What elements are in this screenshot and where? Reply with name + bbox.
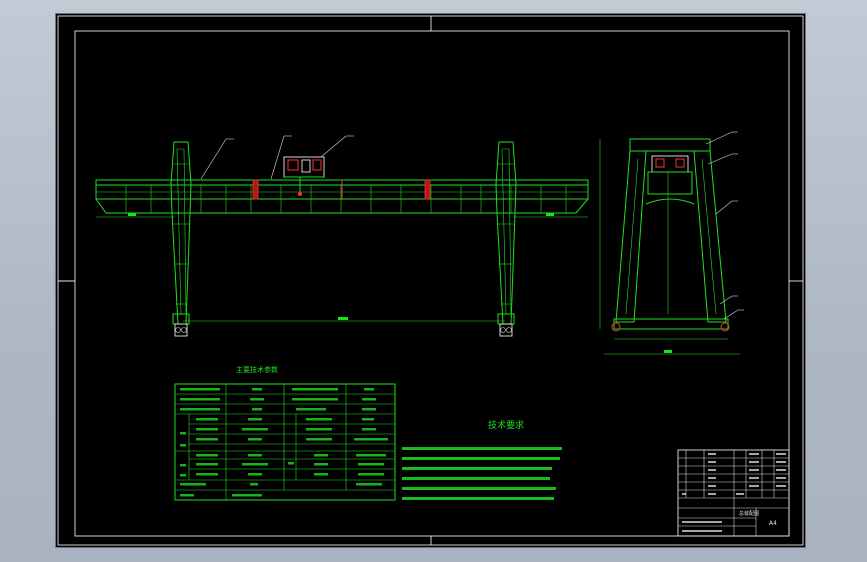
side-trolley	[651, 155, 689, 173]
sheet-border	[57, 15, 804, 546]
side-wheel-left	[611, 322, 621, 332]
parameter-table: 主要技术参数	[174, 365, 396, 501]
drawing-sheet: 主要技术参数 技术要求 总装配图 A4	[56, 14, 805, 547]
left-wheel-group	[174, 323, 188, 337]
side-left-leg	[615, 150, 647, 323]
main-girder-bottom	[95, 198, 589, 214]
title-block-sheet-size: A4	[769, 520, 777, 527]
trolley	[283, 156, 325, 196]
side-view-gantry-crane	[599, 131, 744, 355]
title-block: 总装配图 A4	[677, 449, 790, 537]
side-arch	[645, 198, 695, 205]
right-leg	[495, 141, 517, 325]
technical-requirements: 技术要求	[402, 419, 562, 500]
part-callouts-side	[705, 131, 744, 320]
front-view-gantry-crane	[95, 135, 589, 337]
girder-joint-left	[252, 179, 259, 200]
title-block-drawing-name: 总装配图	[739, 510, 759, 517]
cad-drawing: 主要技术参数 技术要求 总装配图 A4	[57, 15, 804, 546]
left-leg-inner	[176, 148, 187, 315]
left-leg	[170, 141, 192, 325]
drawing-frame	[74, 30, 790, 537]
hook	[298, 192, 302, 196]
side-sill-beam	[613, 318, 729, 330]
side-right-leg	[693, 150, 727, 323]
part-callouts-front	[200, 135, 354, 180]
param-table-title: 主要技术参数	[236, 365, 278, 374]
girder-joint-right	[424, 179, 431, 200]
side-top-beam	[629, 138, 711, 152]
right-wheel-group	[499, 323, 513, 337]
right-leg-inner	[501, 148, 512, 315]
tech-req-title: 技术要求	[488, 419, 524, 431]
